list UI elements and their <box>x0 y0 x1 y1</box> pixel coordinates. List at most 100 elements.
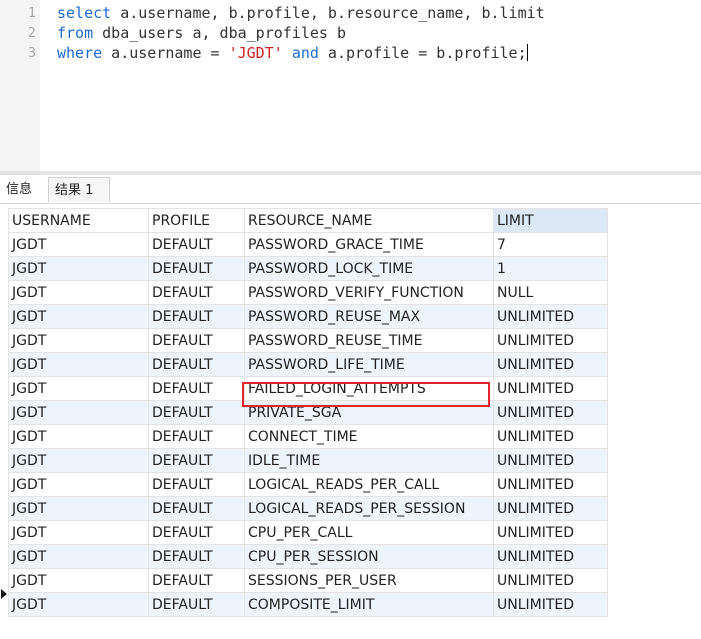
cell-username[interactable]: JGDT <box>8 328 149 353</box>
cell-limit[interactable]: UNLIMITED <box>493 400 608 425</box>
cell-limit[interactable]: UNLIMITED <box>493 376 608 401</box>
cell-limit[interactable]: UNLIMITED <box>493 352 608 377</box>
cell-username[interactable]: JGDT <box>8 448 149 473</box>
cell-profile[interactable]: DEFAULT <box>148 304 245 329</box>
cell-limit[interactable]: 7 <box>493 232 608 257</box>
cell-limit[interactable]: UNLIMITED <box>493 448 608 473</box>
tab-info[interactable]: 信息 <box>0 177 38 202</box>
table-row[interactable]: JGDT DEFAULT CONNECT_TIME UNLIMITED <box>8 424 608 449</box>
table-row[interactable]: JGDT DEFAULT COMPOSITE_LIMIT UNLIMITED <box>8 592 608 617</box>
table-row[interactable]: JGDT DEFAULT FAILED_LOGIN_ATTEMPTS UNLIMITE… <box>8 376 608 401</box>
cell-resource-name[interactable]: PASSWORD_VERIFY_FUNCTION <box>244 280 494 305</box>
sql-text: a.username = <box>102 44 229 62</box>
cell-resource-name[interactable]: IDLE_TIME <box>244 448 494 473</box>
cell-profile[interactable]: DEFAULT <box>148 568 245 593</box>
table-row[interactable]: JGDT DEFAULT CPU_PER_SESSION UNLIMITED <box>8 544 608 569</box>
cell-profile[interactable]: DEFAULT <box>148 352 245 377</box>
cell-profile[interactable]: DEFAULT <box>148 472 245 497</box>
cell-limit[interactable]: UNLIMITED <box>493 544 608 569</box>
table-row[interactable]: JGDT DEFAULT PASSWORD_REUSE_TIME UNLIMITED <box>8 328 608 353</box>
column-header-limit[interactable]: LIMIT <box>493 208 608 233</box>
code-line[interactable]: from dba_users a, dba_profiles b <box>57 23 346 43</box>
cell-username[interactable]: JGDT <box>8 496 149 521</box>
result-grid[interactable]: USERNAME PROFILE RESOURCE_NAME LIMIT JGD… <box>8 208 608 617</box>
code-line[interactable]: select a.username, b.profile, b.resource… <box>57 3 545 23</box>
cell-profile[interactable]: DEFAULT <box>148 328 245 353</box>
cell-profile[interactable]: DEFAULT <box>148 544 245 569</box>
cell-profile[interactable]: DEFAULT <box>148 448 245 473</box>
table-row[interactable]: JGDT DEFAULT PASSWORD_REUSE_MAX UNLIMITED <box>8 304 608 329</box>
sql-text: a.username, b.profile, b.resource_name, … <box>111 4 545 22</box>
tab-result-1[interactable]: 结果 1 <box>48 177 110 202</box>
cell-resource-name[interactable]: PASSWORD_LOCK_TIME <box>244 256 494 281</box>
cell-limit[interactable]: 1 <box>493 256 608 281</box>
cell-resource-name[interactable]: SESSIONS_PER_USER <box>244 568 494 593</box>
cell-username[interactable]: JGDT <box>8 568 149 593</box>
cell-profile[interactable]: DEFAULT <box>148 232 245 257</box>
table-row[interactable]: JGDT DEFAULT PASSWORD_VERIFY_FUNCTION NULL <box>8 280 608 305</box>
cell-resource-name[interactable]: FAILED_LOGIN_ATTEMPTS <box>244 376 494 401</box>
cell-username[interactable]: JGDT <box>8 592 149 617</box>
cell-username[interactable]: JGDT <box>8 424 149 449</box>
cell-username[interactable]: JGDT <box>8 400 149 425</box>
cell-limit[interactable]: NULL <box>493 280 608 305</box>
cell-profile[interactable]: DEFAULT <box>148 376 245 401</box>
result-tab-bar: 信息 结果 1 <box>0 175 701 204</box>
table-row[interactable]: JGDT DEFAULT SESSIONS_PER_USER UNLIMITED <box>8 568 608 593</box>
text-cursor <box>526 44 528 61</box>
table-row[interactable]: JGDT DEFAULT PASSWORD_GRACE_TIME 7 <box>8 232 608 257</box>
cell-username[interactable]: JGDT <box>8 544 149 569</box>
cell-resource-name[interactable]: PASSWORD_GRACE_TIME <box>244 232 494 257</box>
cell-resource-name[interactable]: PRIVATE_SGA <box>244 400 494 425</box>
cell-username[interactable]: JGDT <box>8 376 149 401</box>
cell-limit[interactable]: UNLIMITED <box>493 496 608 521</box>
cell-resource-name[interactable]: PASSWORD_LIFE_TIME <box>244 352 494 377</box>
cell-username[interactable]: JGDT <box>8 256 149 281</box>
sql-text: dba_users a, dba_profiles b <box>93 24 346 42</box>
cell-profile[interactable]: DEFAULT <box>148 256 245 281</box>
cell-username[interactable]: JGDT <box>8 352 149 377</box>
table-row[interactable]: JGDT DEFAULT PASSWORD_LOCK_TIME 1 <box>8 256 608 281</box>
cell-username[interactable]: JGDT <box>8 280 149 305</box>
column-header-resource-name[interactable]: RESOURCE_NAME <box>244 208 494 233</box>
cell-profile[interactable]: DEFAULT <box>148 520 245 545</box>
cell-resource-name[interactable]: PASSWORD_REUSE_TIME <box>244 328 494 353</box>
cell-limit[interactable]: UNLIMITED <box>493 592 608 617</box>
cell-limit[interactable]: UNLIMITED <box>493 304 608 329</box>
cell-limit[interactable]: UNLIMITED <box>493 472 608 497</box>
table-row[interactable]: JGDT DEFAULT CPU_PER_CALL UNLIMITED <box>8 520 608 545</box>
grid-header-row: USERNAME PROFILE RESOURCE_NAME LIMIT <box>8 208 608 233</box>
cell-profile[interactable]: DEFAULT <box>148 424 245 449</box>
cell-limit[interactable]: UNLIMITED <box>493 424 608 449</box>
cell-limit[interactable]: UNLIMITED <box>493 568 608 593</box>
cell-username[interactable]: JGDT <box>8 304 149 329</box>
cell-resource-name[interactable]: LOGICAL_READS_PER_SESSION <box>244 496 494 521</box>
cell-profile[interactable]: DEFAULT <box>148 280 245 305</box>
table-row[interactable]: JGDT DEFAULT IDLE_TIME UNLIMITED <box>8 448 608 473</box>
sql-editor[interactable]: 1 2 3 select a.username, b.profile, b.reso… <box>0 0 701 171</box>
column-header-username[interactable]: USERNAME <box>8 208 149 233</box>
cell-username[interactable]: JGDT <box>8 520 149 545</box>
cell-username[interactable]: JGDT <box>8 472 149 497</box>
table-row[interactable]: JGDT DEFAULT PRIVATE_SGA UNLIMITED <box>8 400 608 425</box>
cell-resource-name[interactable]: LOGICAL_READS_PER_CALL <box>244 472 494 497</box>
cell-limit[interactable]: UNLIMITED <box>493 328 608 353</box>
cell-profile[interactable]: DEFAULT <box>148 592 245 617</box>
line-number: 2 <box>27 25 36 41</box>
table-row[interactable]: JGDT DEFAULT LOGICAL_READS_PER_SESSION UNLI… <box>8 496 608 521</box>
table-row[interactable]: JGDT DEFAULT PASSWORD_LIFE_TIME UNLIMITED <box>8 352 608 377</box>
cell-limit[interactable]: UNLIMITED <box>493 520 608 545</box>
table-row[interactable]: JGDT DEFAULT LOGICAL_READS_PER_CALL UNLIMIT… <box>8 472 608 497</box>
cell-resource-name[interactable]: CPU_PER_CALL <box>244 520 494 545</box>
cell-resource-name[interactable]: COMPOSITE_LIMIT <box>244 592 494 617</box>
column-header-profile[interactable]: PROFILE <box>148 208 245 233</box>
cell-profile[interactable]: DEFAULT <box>148 400 245 425</box>
cell-resource-name[interactable]: PASSWORD_REUSE_MAX <box>244 304 494 329</box>
sql-keyword: and <box>291 44 319 62</box>
cell-resource-name[interactable]: CPU_PER_SESSION <box>244 544 494 569</box>
cell-username[interactable]: JGDT <box>8 232 149 257</box>
cell-resource-name[interactable]: CONNECT_TIME <box>244 424 494 449</box>
code-line[interactable]: where a.username = 'JGDT' and a.profile … <box>57 43 528 63</box>
cell-profile[interactable]: DEFAULT <box>148 496 245 521</box>
line-number: 1 <box>27 5 36 21</box>
